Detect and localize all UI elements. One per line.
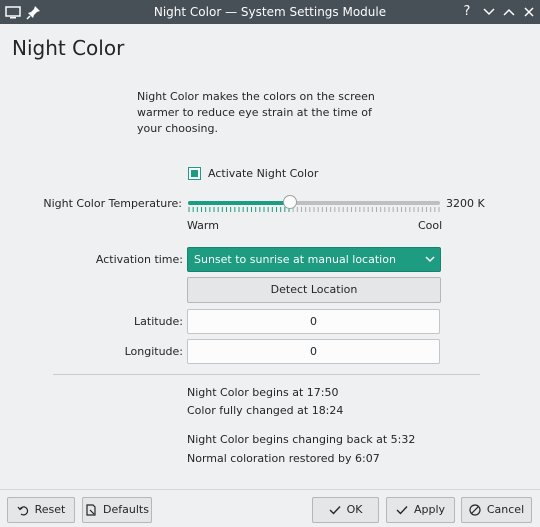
warm-label: Warm: [187, 219, 219, 232]
cancel-button[interactable]: Cancel: [461, 497, 532, 523]
longitude-label: Longitude:: [124, 345, 183, 358]
longitude-input[interactable]: 0: [187, 339, 440, 364]
slider-handle[interactable]: [283, 195, 297, 209]
cancel-icon: [469, 504, 481, 516]
page-title: Night Color: [12, 36, 125, 60]
activate-night-color-checkbox[interactable]: Activate Night Color: [188, 165, 318, 181]
description-text: Night Color makes the colors on the scre…: [137, 90, 375, 135]
defaults-label: Defaults: [103, 503, 149, 516]
apply-button[interactable]: Apply: [386, 497, 455, 523]
temperature-value: 3200 K: [446, 197, 485, 210]
cancel-label: Cancel: [486, 503, 525, 516]
chevron-down-icon: [424, 253, 436, 268]
reset-label: Reset: [34, 503, 66, 516]
help-icon[interactable]: ?: [458, 3, 476, 21]
minimize-icon[interactable]: [480, 3, 498, 21]
ok-button[interactable]: OK: [312, 497, 379, 523]
checkmark-icon: [396, 504, 408, 516]
temperature-slider[interactable]: [188, 195, 440, 216]
latitude-label: Latitude:: [134, 315, 183, 328]
divider: [53, 374, 480, 375]
slider-track-fill: [188, 201, 290, 205]
apply-label: Apply: [413, 503, 446, 516]
activate-label: Activate Night Color: [208, 166, 319, 180]
slider-ticks: [188, 207, 440, 212]
checkbox-check: [191, 169, 198, 177]
defaults-button[interactable]: Defaults: [82, 497, 152, 523]
document-icon: [85, 504, 97, 516]
cool-label: Cool: [418, 219, 443, 232]
latitude-input[interactable]: 0: [187, 309, 440, 334]
undo-icon: [17, 504, 29, 516]
maximize-icon[interactable]: [500, 3, 518, 21]
activation-time-dropdown[interactable]: Sunset to sunrise at manual location: [187, 247, 441, 272]
activation-time-label: Activation time:: [95, 253, 183, 266]
temperature-label: Night Color Temperature:: [43, 197, 182, 210]
schedule-changing-back: Night Color begins changing back at 5:32: [187, 433, 416, 446]
reset-button[interactable]: Reset: [7, 497, 75, 523]
footer-divider: [0, 489, 540, 490]
schedule-fully-changed: Color fully changed at 18:24: [187, 404, 344, 417]
checkbox-box[interactable]: [188, 166, 201, 180]
schedule-restored: Normal coloration restored by 6:07: [187, 452, 380, 465]
detect-location-button[interactable]: Detect Location: [187, 277, 441, 303]
activation-time-value: Sunset to sunrise at manual location: [194, 253, 396, 266]
checkmark-icon: [329, 504, 341, 516]
window-titlebar: Night Color — System Settings Module ?: [0, 0, 540, 24]
schedule-begins: Night Color begins at 17:50: [187, 386, 339, 399]
ok-label: OK: [346, 503, 363, 516]
close-icon[interactable]: [520, 3, 538, 21]
